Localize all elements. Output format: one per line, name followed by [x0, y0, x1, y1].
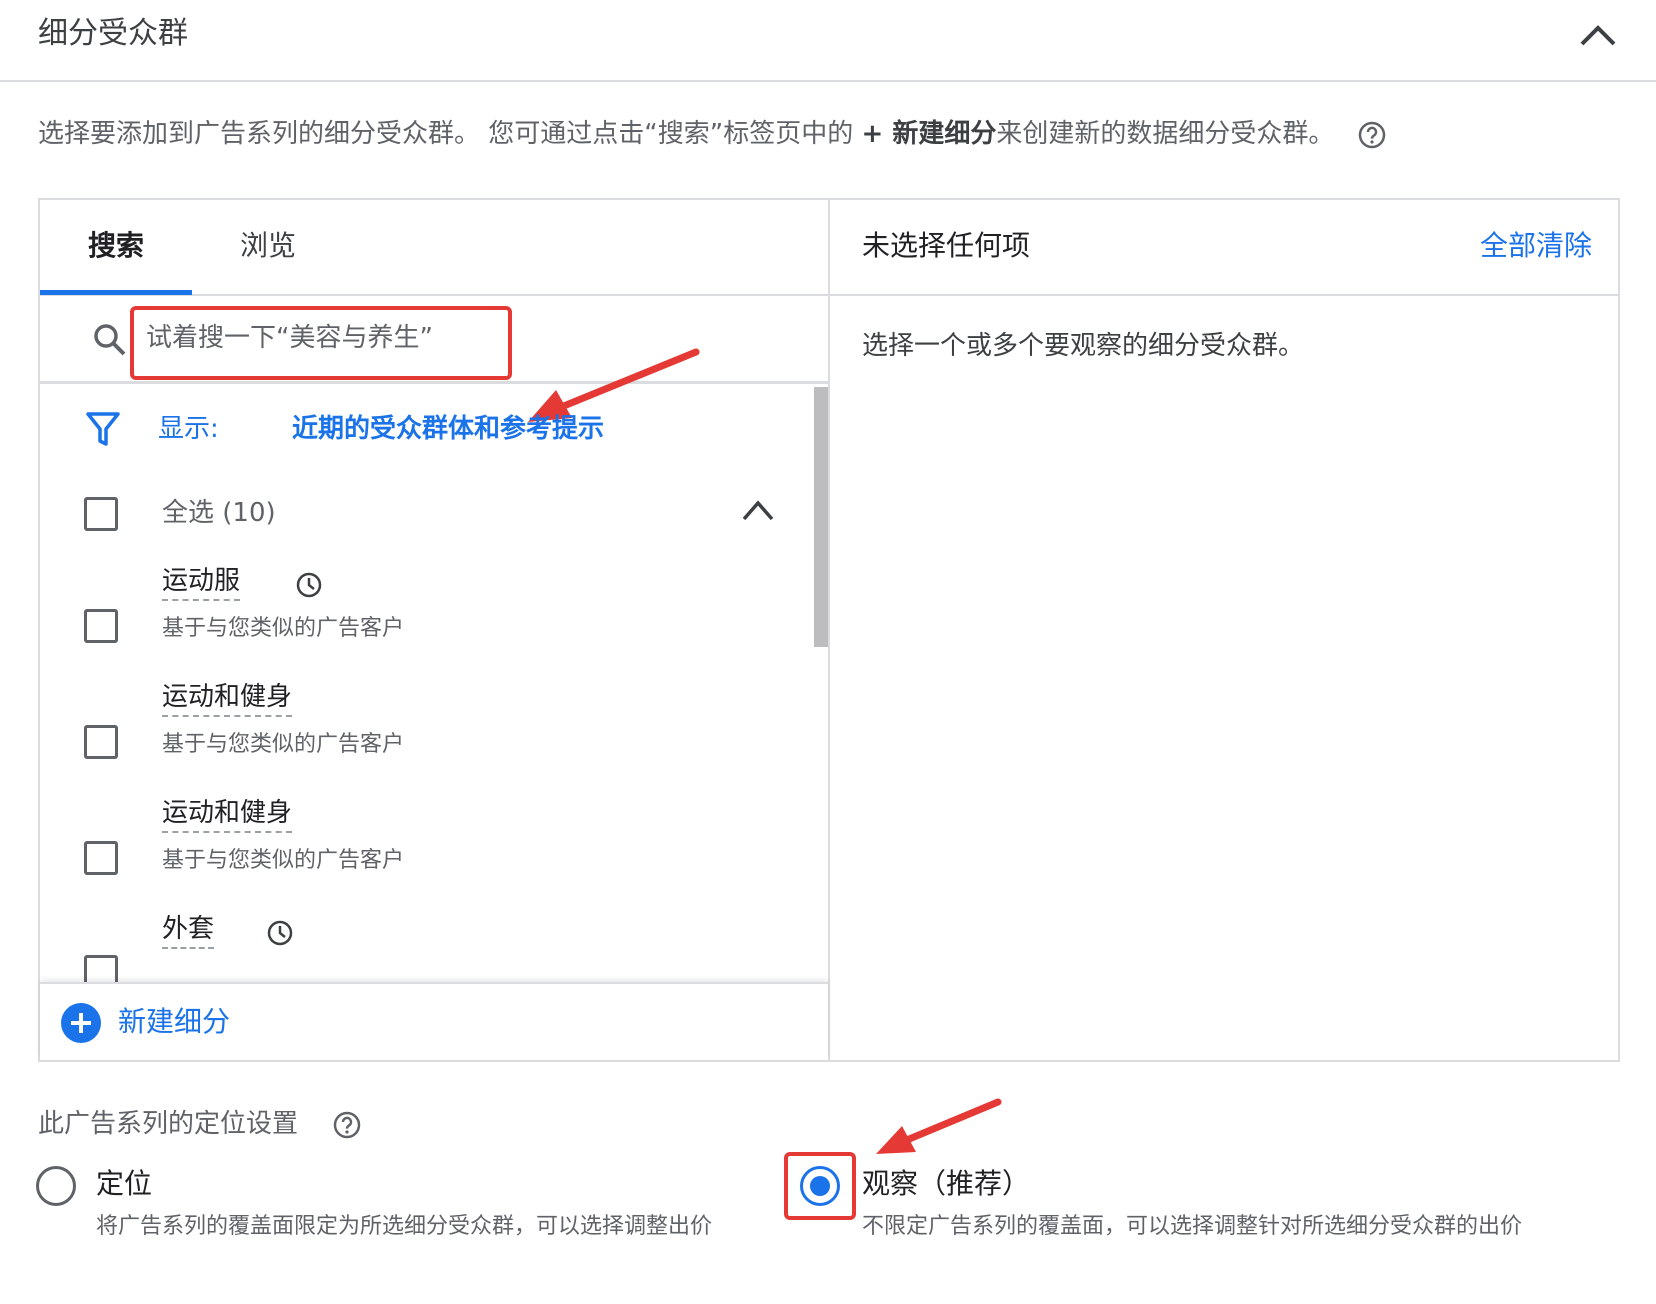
section-header[interactable]: 细分受众群 — [0, 0, 1656, 82]
select-all-checkbox[interactable] — [84, 497, 118, 531]
search-icon — [94, 324, 126, 356]
filter-row[interactable]: 显示: 近期的受众群体和参考提示 — [86, 407, 786, 451]
active-tab-indicator — [40, 290, 192, 295]
selected-title: 未选择任何项 — [862, 229, 1031, 262]
segment-picker-panel: 搜索 浏览 显示: 近期的受众群体和参考提示 — [38, 198, 1620, 1062]
selected-empty-text: 选择一个或多个要观察的细分受众群。 — [862, 331, 1305, 361]
targeting-option-title: 定位 — [96, 1167, 153, 1200]
segment-checkbox[interactable] — [84, 609, 118, 643]
segment-checkbox[interactable] — [84, 841, 118, 875]
select-all-label: 全选 (10) — [162, 498, 276, 528]
segment-title[interactable]: 运动和健身 — [162, 795, 293, 833]
search-row — [40, 296, 828, 422]
plus-circle-icon — [61, 1003, 101, 1043]
segment-subtitle: 基于与您类似的广告客户 — [162, 848, 405, 873]
segment-title[interactable]: 运动和健身 — [162, 679, 293, 717]
chevron-up-icon[interactable] — [1574, 14, 1622, 58]
filter-icon — [86, 412, 120, 446]
chevron-up-icon[interactable] — [740, 495, 776, 525]
targeting-option-desc: 将广告系列的覆盖面限定为所选细分受众群，可以选择调整出价 — [96, 1214, 713, 1239]
selected-header: 未选择任何项 全部清除 — [830, 200, 1618, 296]
targeting-settings-title: 此广告系列的定位设置 — [38, 1109, 299, 1139]
intro-bold: + 新建细分 — [861, 119, 997, 149]
segment-list[interactable]: 显示: 近期的受众群体和参考提示 全选 (10) 运动服 基于与您类似的广告客户… — [40, 387, 828, 982]
clock-icon — [267, 920, 293, 946]
new-segment-label: 新建细分 — [118, 1005, 231, 1038]
observation-option-title: 观察（推荐） — [862, 1167, 1031, 1200]
observation-option-desc: 不限定广告系列的覆盖面，可以选择调整针对所选细分受众群的出价 — [862, 1214, 1523, 1239]
tab-bar: 搜索 浏览 — [40, 200, 828, 296]
help-circle-icon[interactable] — [1357, 120, 1387, 150]
intro-after: 来创建新的数据细分受众群。 — [996, 119, 1335, 149]
segment-search-pane: 搜索 浏览 显示: 近期的受众群体和参考提示 — [40, 200, 830, 1060]
list-scrollbar[interactable] — [814, 387, 828, 647]
segment-checkbox[interactable] — [84, 725, 118, 759]
tab-search[interactable]: 搜索 — [88, 226, 144, 266]
tab-browse[interactable]: 浏览 — [240, 226, 296, 266]
segment-title[interactable]: 运动服 — [162, 563, 241, 601]
observation-radio[interactable] — [800, 1166, 840, 1206]
intro-text: 选择要添加到广告系列的细分受众群。 您可通过点击“搜索”标签页中的 + 新建细分… — [38, 114, 1387, 154]
help-circle-icon[interactable] — [332, 1110, 362, 1140]
segment-subtitle: 基于与您类似的广告客户 — [162, 616, 405, 641]
intro-before: 选择要添加到广告系列的细分受众群。 您可通过点击“搜索”标签页中的 — [38, 119, 862, 149]
annotation-arrow-icon — [876, 1098, 1002, 1154]
segment-subtitle: 基于与您类似的广告客户 — [162, 732, 405, 757]
search-input[interactable] — [146, 310, 476, 366]
filter-label: 显示: — [158, 414, 219, 444]
new-segment-button[interactable]: 新建细分 — [40, 982, 828, 1060]
targeting-radio[interactable] — [36, 1166, 76, 1206]
segment-checkbox[interactable] — [84, 955, 118, 982]
selected-segments-pane: 未选择任何项 全部清除 选择一个或多个要观察的细分受众群。 — [830, 200, 1620, 1060]
section-title: 细分受众群 — [38, 16, 188, 51]
clear-all-button[interactable]: 全部清除 — [1480, 226, 1592, 266]
filter-value[interactable]: 近期的受众群体和参考提示 — [292, 409, 604, 449]
clock-icon — [296, 572, 322, 598]
segment-title[interactable]: 外套 — [162, 911, 215, 949]
